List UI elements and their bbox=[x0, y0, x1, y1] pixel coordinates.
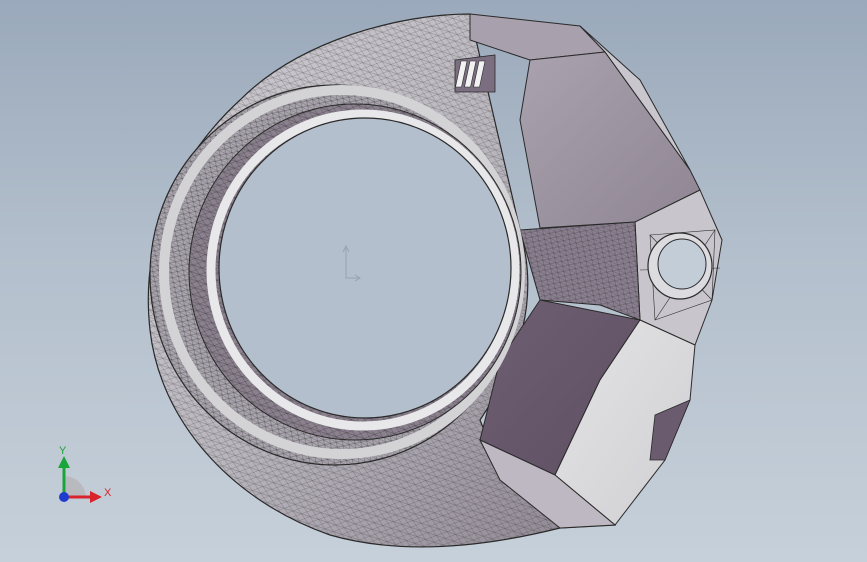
model-view[interactable]: Y X bbox=[0, 0, 867, 562]
graphics-viewport[interactable]: Y X bbox=[0, 0, 867, 562]
triad-x-arrow bbox=[90, 491, 102, 503]
head-top-face bbox=[469, 13, 607, 61]
triad-x-label: X bbox=[104, 487, 112, 499]
ring-bore bbox=[218, 117, 512, 419]
side-hole[interactable] bbox=[657, 238, 707, 290]
triad-z-axis bbox=[59, 492, 69, 502]
vent-slots bbox=[455, 60, 486, 88]
view-triad[interactable]: Y X bbox=[58, 445, 112, 503]
ring-inner[interactable] bbox=[149, 84, 525, 466]
triad-y-label: Y bbox=[59, 445, 67, 457]
triad-y-arrow bbox=[58, 456, 70, 468]
